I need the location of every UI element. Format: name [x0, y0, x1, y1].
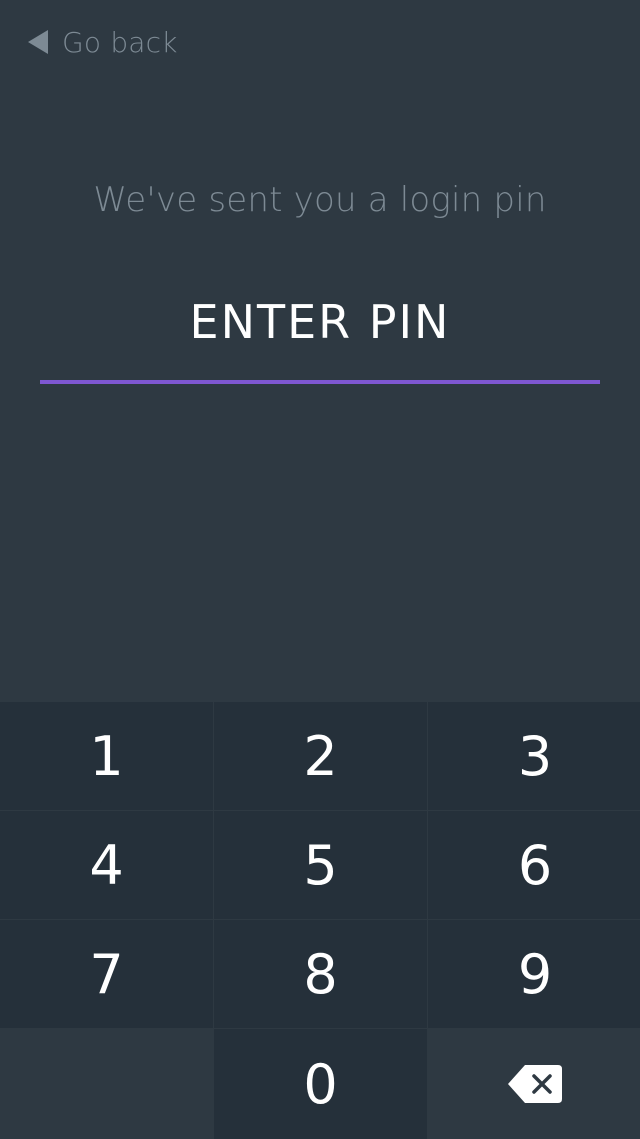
- keypad-key-1[interactable]: 1: [0, 702, 213, 810]
- go-back-button[interactable]: Go back: [28, 22, 178, 62]
- keypad-key-7[interactable]: 7: [0, 920, 213, 1028]
- enter-pin-label: ENTER PIN: [189, 295, 451, 349]
- keypad-key-0[interactable]: 0: [214, 1029, 427, 1139]
- backspace-icon: [507, 1064, 563, 1104]
- go-back-label: Go back: [62, 25, 178, 59]
- keypad-key-9[interactable]: 9: [428, 920, 640, 1028]
- keypad-key-8[interactable]: 8: [214, 920, 427, 1028]
- keypad-key-3[interactable]: 3: [428, 702, 640, 810]
- keypad-key-4[interactable]: 4: [0, 811, 213, 919]
- numeric-keypad: 1 2 3 4 5 6 7 8 9 0: [0, 702, 640, 1139]
- keypad-delete-button[interactable]: [428, 1029, 640, 1139]
- back-arrow-icon: [28, 30, 48, 54]
- pin-input[interactable]: ENTER PIN: [40, 290, 600, 384]
- pin-underline: [40, 380, 600, 384]
- keypad-key-5[interactable]: 5: [214, 811, 427, 919]
- keypad-key-6[interactable]: 6: [428, 811, 640, 919]
- keypad-empty-slot: [0, 1029, 213, 1139]
- keypad-key-2[interactable]: 2: [214, 702, 427, 810]
- pin-sent-message: We've sent you a login pin: [93, 180, 547, 220]
